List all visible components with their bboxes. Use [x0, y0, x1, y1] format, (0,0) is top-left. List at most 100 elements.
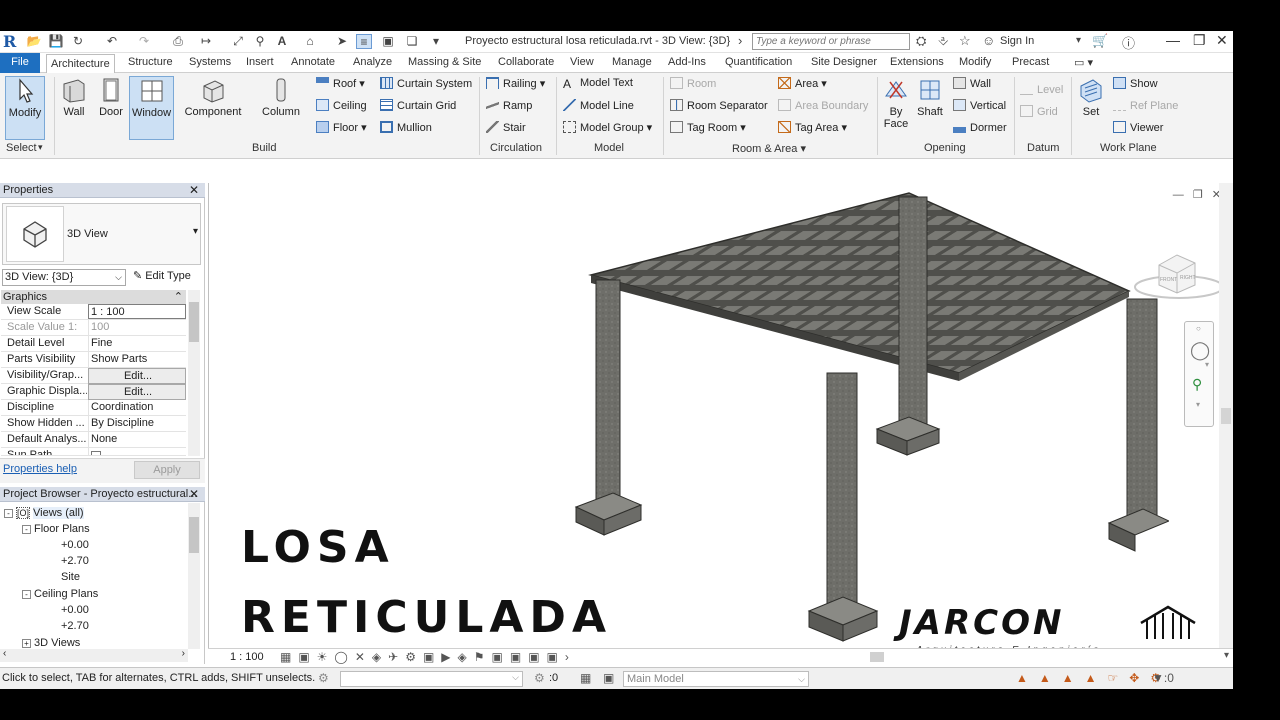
save-icon[interactable]: 💾: [48, 34, 64, 49]
view-instance-selector[interactable]: 3D View: {3D} ⌵: [2, 269, 126, 286]
viewcube-front-label[interactable]: FRONT: [1160, 277, 1177, 283]
column-front[interactable]: [807, 372, 879, 642]
dormer-button[interactable]: Dormer: [953, 121, 1007, 134]
tag-room-button[interactable]: Tag Room ▾: [670, 121, 746, 134]
tab-quantification[interactable]: Quantification: [721, 55, 796, 69]
design-option-set-icon[interactable]: ▣: [603, 671, 614, 685]
tree-leaf[interactable]: +2.70: [61, 555, 89, 567]
tab-annotate[interactable]: Annotate: [287, 55, 339, 69]
tab-manage[interactable]: Manage: [608, 55, 656, 69]
restore-icon[interactable]: ❐: [1193, 32, 1206, 49]
ramp-button[interactable]: Ramp: [486, 99, 532, 112]
restore-view-icon[interactable]: ❐: [1193, 189, 1203, 201]
workset-selector[interactable]: ⌵: [340, 671, 523, 687]
hscroll-thumb[interactable]: [870, 652, 884, 662]
model-text-button[interactable]: A Model Text: [563, 77, 633, 90]
tab-site-designer[interactable]: Site Designer: [807, 55, 881, 69]
curtain-system-button[interactable]: Curtain System: [380, 77, 472, 90]
undo-icon[interactable]: ↶: [104, 34, 120, 49]
tab-massing-site[interactable]: Massing & Site: [404, 55, 485, 69]
chevron-down-icon[interactable]: ▾: [1196, 400, 1200, 409]
collapse-icon[interactable]: ⌃: [174, 290, 183, 304]
property-value[interactable]: Coordination: [88, 400, 186, 416]
graphics-group-header[interactable]: Graphics ⌃: [1, 290, 186, 304]
show-button[interactable]: Show: [1113, 77, 1158, 90]
close-hidden-windows-icon[interactable]: ▣: [380, 34, 396, 49]
zoom-icon[interactable]: ⚲: [1192, 376, 1202, 393]
area-button[interactable]: Area ▾: [778, 77, 827, 90]
tree-leaf[interactable]: +2.70: [61, 620, 89, 632]
tab-view[interactable]: View: [566, 55, 598, 69]
wall-button[interactable]: Wall: [58, 76, 90, 118]
minimize-icon[interactable]: —: [1166, 32, 1180, 48]
edit-graphic-display-button[interactable]: Edit...: [88, 384, 186, 400]
design-options-icon[interactable]: ▦: [580, 671, 591, 685]
property-row[interactable]: Parts Visibility Show Parts: [1, 352, 186, 368]
measure-icon[interactable]: ↦: [198, 34, 214, 49]
properties-help-link[interactable]: Properties help: [3, 463, 77, 475]
area-boundary-button[interactable]: Area Boundary: [778, 99, 868, 112]
user-icon[interactable]: ☺: [982, 33, 995, 48]
text-icon[interactable]: A: [274, 34, 290, 49]
default-3d-view-icon[interactable]: ⌂: [302, 34, 318, 49]
modify-button[interactable]: Modify: [5, 76, 45, 140]
property-value[interactable]: Fine: [88, 336, 186, 352]
tab-add-ins[interactable]: Add-Ins: [664, 55, 710, 69]
property-value[interactable]: Show Parts: [88, 352, 186, 368]
star-icon[interactable]: ☆: [959, 33, 971, 49]
set-button[interactable]: Set: [1075, 76, 1107, 118]
property-row[interactable]: Detail Level Fine: [1, 336, 186, 352]
minimize-view-icon[interactable]: —: [1173, 189, 1184, 201]
level-button[interactable]: Level: [1020, 83, 1063, 96]
tab-systems[interactable]: Systems: [185, 55, 235, 69]
properties-header[interactable]: Properties ✕: [0, 183, 205, 198]
room-separator-button[interactable]: Room Separator: [670, 99, 768, 112]
tab-structure[interactable]: Structure: [124, 55, 177, 69]
search-input[interactable]: [752, 33, 910, 50]
mullion-button[interactable]: Mullion: [380, 121, 432, 134]
collapse-icon[interactable]: -: [22, 525, 31, 534]
tree-leaf[interactable]: +0.00: [61, 539, 89, 551]
filter-icon[interactable]: ⚙: [534, 671, 545, 685]
door-button[interactable]: Door: [96, 76, 126, 118]
floor-button[interactable]: Floor ▾: [316, 121, 367, 134]
redo-icon[interactable]: ↷: [136, 34, 152, 49]
chevron-down-icon[interactable]: ▾: [193, 226, 198, 237]
column-right[interactable]: [1107, 298, 1169, 552]
select-panel-title[interactable]: Select: [6, 142, 37, 154]
select-dropdown-icon[interactable]: ▾: [38, 142, 43, 153]
scroll-thumb[interactable]: [189, 517, 199, 553]
dimension-icon[interactable]: ⤢: [230, 34, 246, 49]
sign-in-dropdown-icon[interactable]: ▾: [1076, 35, 1081, 46]
view-scale-label[interactable]: 1 : 100: [230, 651, 264, 663]
close-icon[interactable]: ✕: [189, 183, 199, 197]
binoculars-icon[interactable]: ⛭: [916, 33, 926, 49]
tab-modify[interactable]: Modify: [955, 55, 995, 69]
ceiling-button[interactable]: Ceiling: [316, 99, 367, 112]
ribbon-options-icon[interactable]: ▭ ▾: [1070, 55, 1097, 70]
tree-node[interactable]: - Floor Plans: [22, 523, 90, 535]
revit-logo-icon[interactable]: R: [3, 32, 16, 51]
property-value[interactable]: By Discipline: [88, 416, 186, 432]
grid-button[interactable]: Grid: [1020, 105, 1058, 118]
chevron-down-icon[interactable]: ▾: [1205, 360, 1209, 369]
viewcube[interactable]: FRONT RIGHT: [1129, 243, 1224, 303]
property-row[interactable]: Discipline Coordination: [1, 400, 186, 416]
model-group-button[interactable]: Model Group ▾: [563, 121, 652, 134]
thin-lines-icon[interactable]: ≡: [356, 34, 372, 49]
tab-architecture[interactable]: Architecture: [46, 54, 115, 74]
model-line-button[interactable]: Model Line: [563, 99, 634, 112]
column-left[interactable]: [574, 279, 643, 536]
wall-opening-button[interactable]: Wall: [953, 77, 991, 90]
help-icon[interactable]: ⓘ: [1122, 33, 1135, 52]
design-option-selector[interactable]: Main Model ⌵: [623, 671, 809, 687]
tree-leaf[interactable]: Site: [61, 571, 80, 583]
component-button[interactable]: Component: [182, 76, 244, 118]
stair-button[interactable]: Stair: [486, 121, 526, 134]
room-area-panel-title[interactable]: Room & Area ▾: [732, 142, 806, 155]
cart-icon[interactable]: 🛒: [1092, 33, 1108, 49]
tree-node[interactable]: +3D Views: [22, 637, 80, 649]
property-row[interactable]: View Scale 1 : 100: [1, 304, 186, 320]
tab-insert[interactable]: Insert: [242, 55, 278, 69]
tab-collaborate[interactable]: Collaborate: [494, 55, 558, 69]
